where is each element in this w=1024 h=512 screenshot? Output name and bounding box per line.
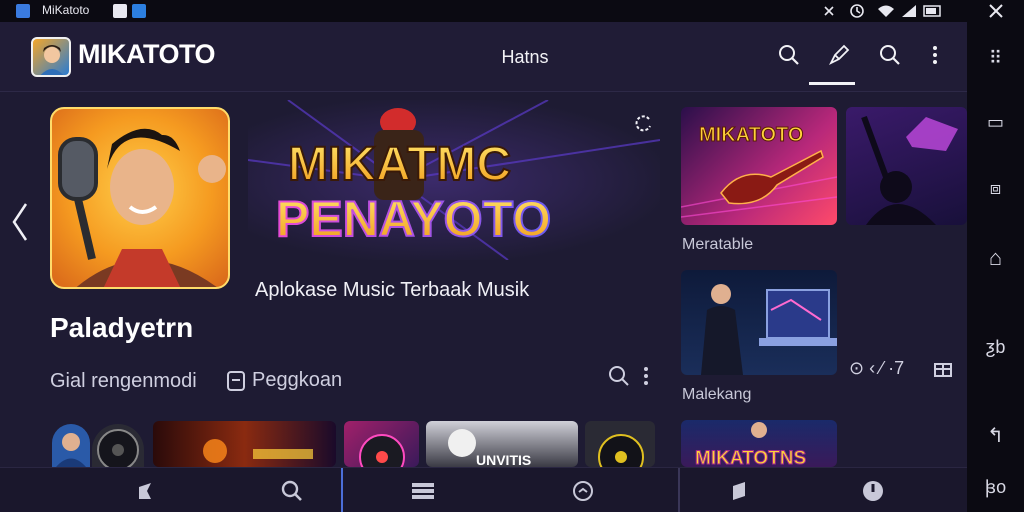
search-icon[interactable] [877, 42, 903, 68]
window-icon[interactable]: ▭ [967, 102, 1024, 142]
gift-icon[interactable] [932, 357, 954, 379]
app-title: MIKATOTO [78, 39, 216, 69]
avatar[interactable] [52, 424, 90, 467]
search-icon[interactable] [277, 476, 307, 506]
featured-app-name: Paladyetrn [50, 312, 194, 343]
keyboard-icon[interactable]: ƺb [967, 327, 1024, 367]
save-icon [227, 370, 245, 391]
hero-description: Aplokase Music Terbaak Musik [255, 279, 530, 301]
app-logo[interactable] [31, 37, 71, 77]
featured-category[interactable]: Peggkoan [226, 369, 342, 392]
close-icon[interactable] [988, 3, 1004, 19]
music-thumbnail[interactable]: UNVITIS [426, 421, 578, 467]
banner-title-line1: MIKATMC [288, 138, 511, 191]
system-nav-rail: ⠿ ▭ ⧈ ⌂ ƺb ↰ ꟓo [967, 22, 1024, 512]
thumbnail-title: MIKATOTNS [695, 448, 806, 467]
power-icon[interactable] [858, 476, 888, 506]
status-bar: MiKatoto [0, 0, 1024, 22]
featured-app-icon[interactable] [50, 107, 230, 289]
more-vertical-icon[interactable] [640, 364, 652, 388]
header-tab-label[interactable]: Hatns [480, 47, 570, 68]
music-thumbnail[interactable] [153, 421, 336, 467]
featured-developer: Gial rengenmodi [50, 370, 197, 392]
music-thumbnail[interactable]: MIKATOTO [681, 107, 837, 225]
refresh-icon[interactable] [632, 112, 654, 134]
stats-readout: ⊙ ‹ ⁄ ·7 [849, 358, 905, 378]
vinyl-thumbnail[interactable] [92, 424, 144, 467]
card-title: UNVITIS [476, 452, 531, 467]
more-vertical-icon[interactable] [922, 42, 948, 68]
chevron-left-icon[interactable] [8, 200, 32, 244]
featured-category-label: Peggkoan [252, 369, 343, 391]
system-status-icons [824, 4, 941, 18]
nav-divider [678, 468, 680, 512]
library-icon[interactable] [408, 476, 438, 506]
settings-icon[interactable]: ꟓo [967, 467, 1024, 507]
app-header: MIKATOTO Hatns [0, 22, 967, 92]
thumbnail-title: MIKATOTO [699, 124, 803, 146]
home-icon[interactable]: ⌂ [967, 238, 1024, 278]
search-icon[interactable] [776, 42, 802, 68]
back-icon[interactable]: ↰ [967, 415, 1024, 455]
hero-banner[interactable]: MIKATMC PENAYOTO [248, 100, 660, 260]
apps-grid-icon[interactable]: ⠿ [967, 38, 1024, 78]
brush-icon[interactable] [826, 42, 852, 68]
vinyl-thumbnail[interactable] [585, 421, 655, 467]
bookmark-icon[interactable] [724, 476, 754, 506]
banner-title-line2: PENAYOTO [276, 191, 551, 247]
screenshot-icon[interactable]: ⧈ [967, 168, 1024, 208]
app-status-icon [16, 4, 30, 18]
notification-icon [113, 4, 127, 18]
home-icon[interactable] [130, 476, 160, 506]
thumbnail-caption: Meratable [682, 236, 754, 253]
music-thumbnail[interactable] [344, 421, 419, 467]
thumbnail-caption: Malekang [682, 386, 752, 403]
status-app-title: MiKatoto [42, 3, 90, 17]
active-tab-indicator [809, 82, 855, 85]
notification-icon [132, 4, 146, 18]
bottom-nav-bar [0, 467, 967, 512]
music-thumbnail[interactable] [681, 270, 837, 375]
music-thumbnail[interactable]: MIKATOTNS [681, 420, 837, 467]
nav-divider [341, 468, 343, 512]
music-thumbnail[interactable] [846, 107, 967, 225]
chat-icon[interactable] [568, 476, 598, 506]
search-icon[interactable] [607, 364, 631, 388]
